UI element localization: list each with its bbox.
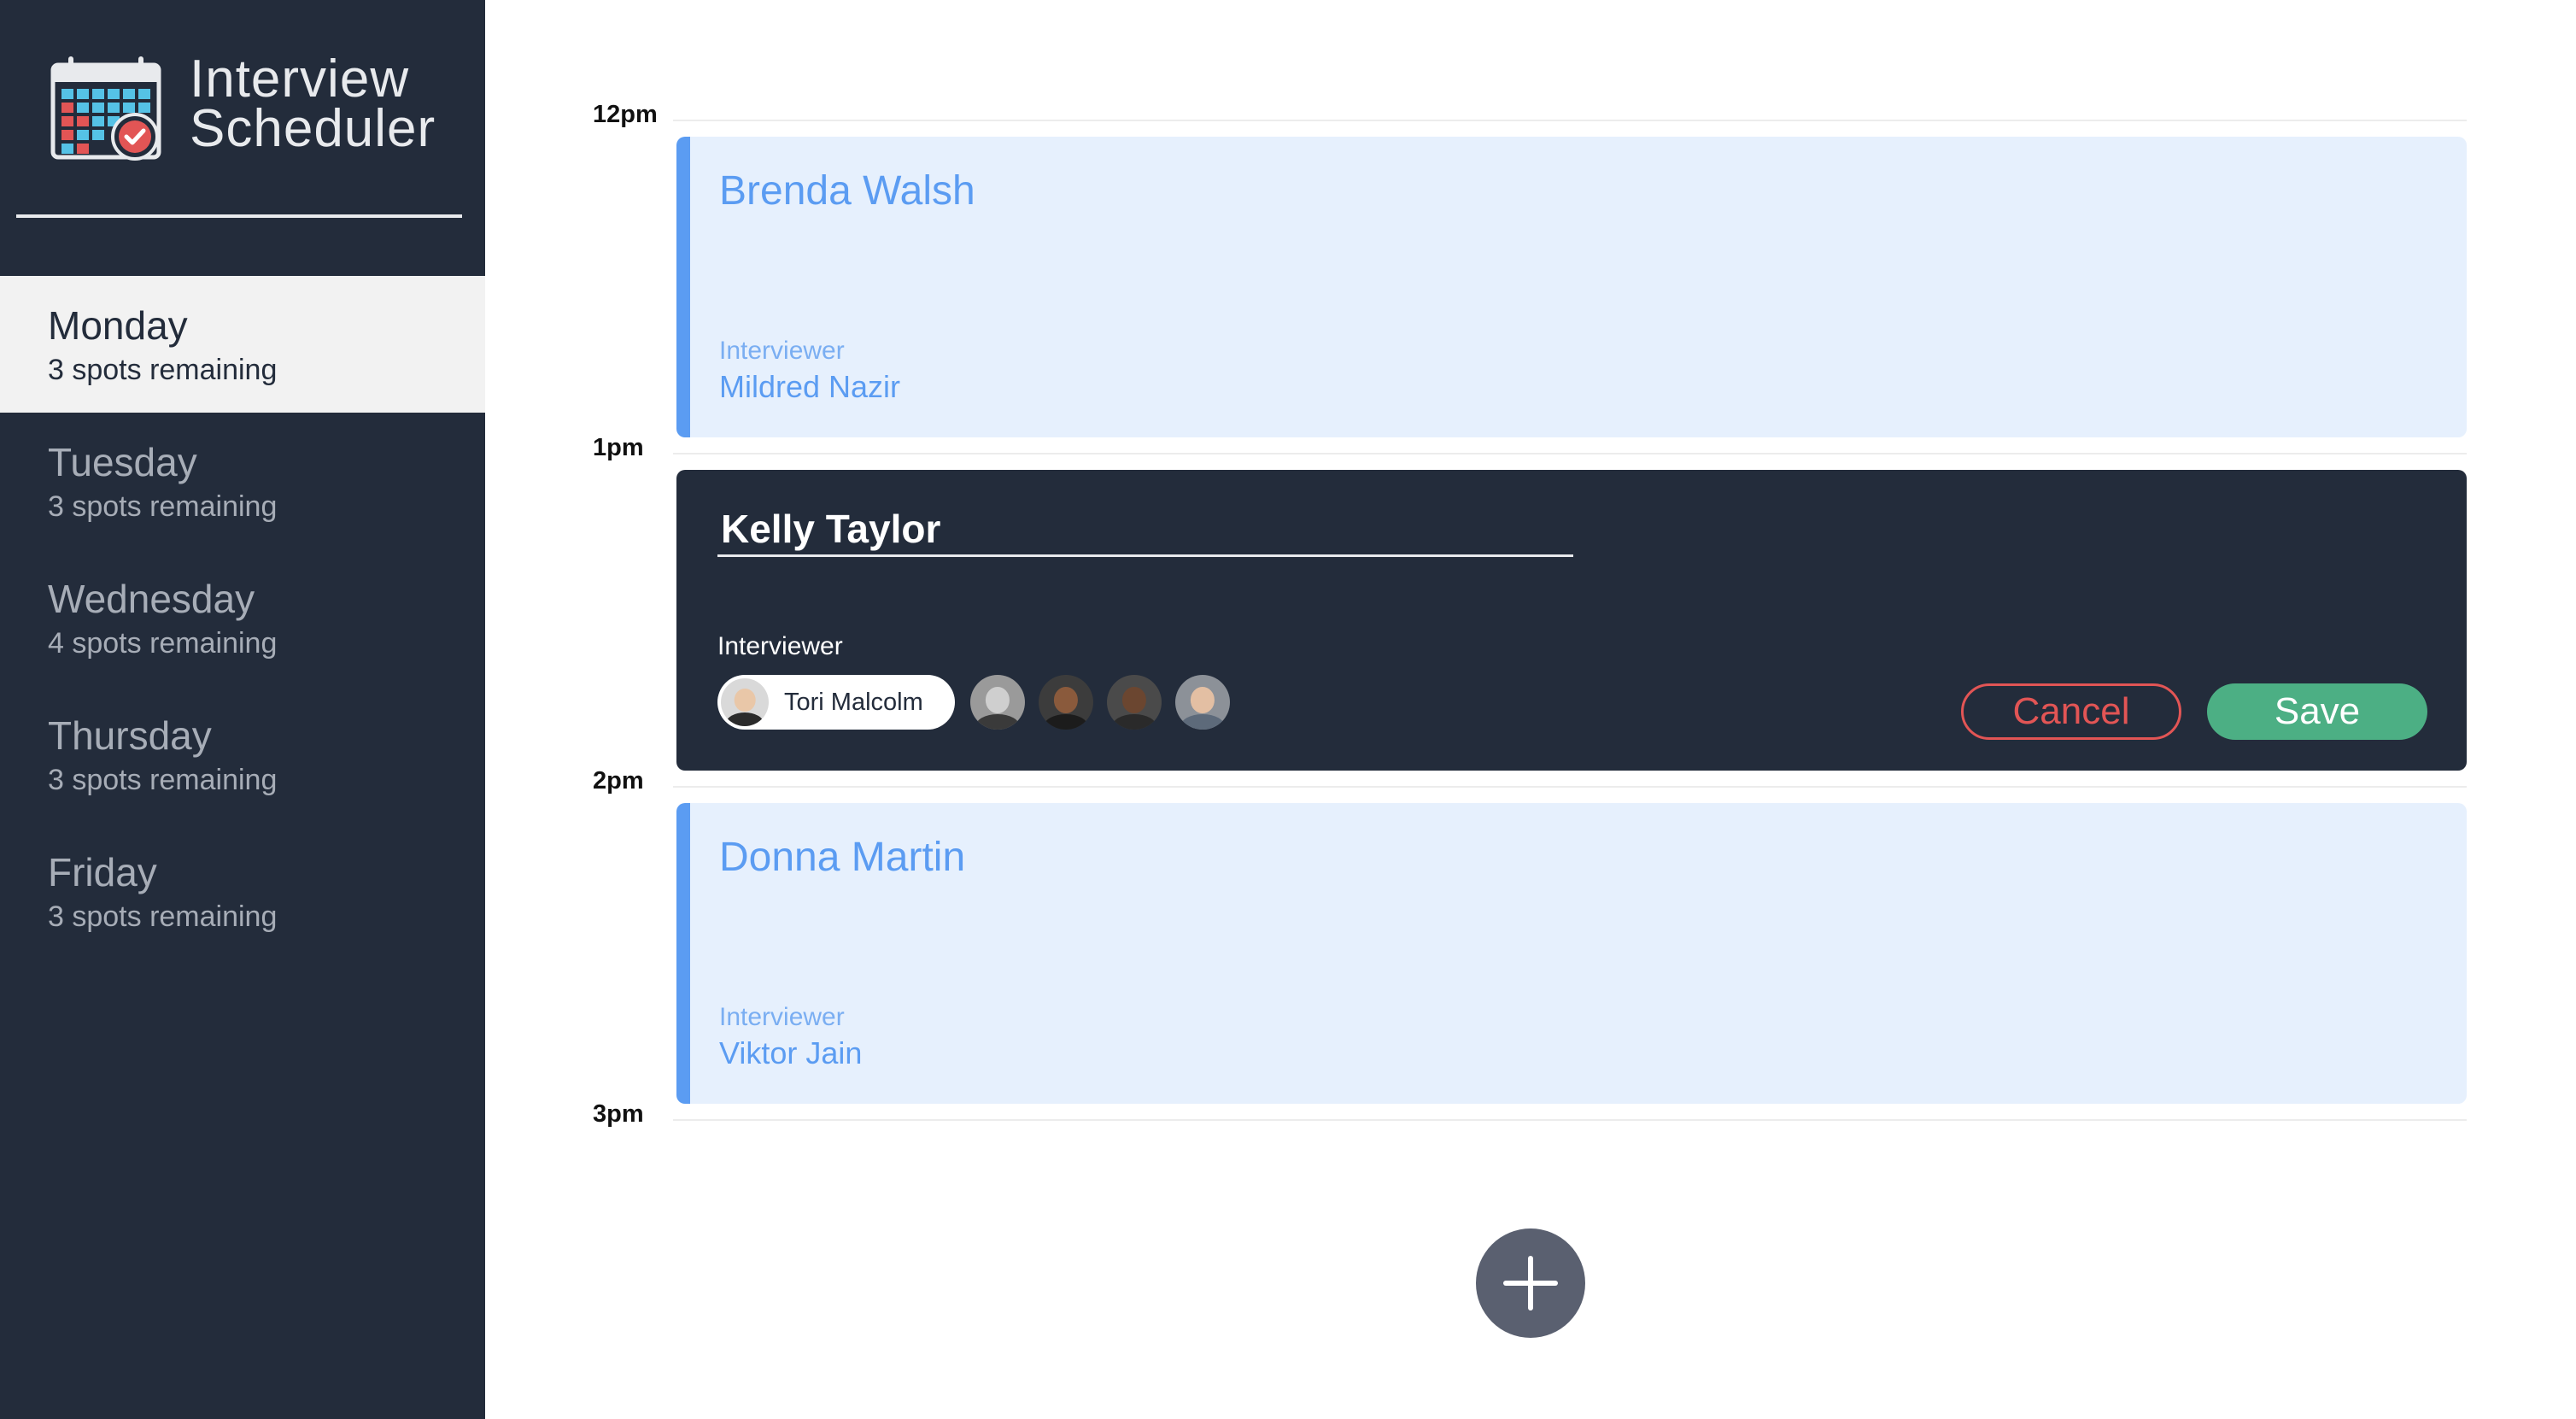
- day-spots: 4 spots remaining: [48, 627, 278, 660]
- interviewer-label: Interviewer: [719, 337, 845, 365]
- appointment-card[interactable]: Brenda Walsh Interviewer Mildred Nazir: [676, 137, 2467, 437]
- day-spots: 3 spots remaining: [48, 900, 278, 933]
- day-list: Monday 3 spots remaining Tuesday 3 spots…: [0, 276, 485, 959]
- day-spots: 3 spots remaining: [48, 764, 278, 796]
- day-name: Monday: [48, 303, 188, 348]
- cancel-button[interactable]: Cancel: [1961, 683, 2181, 740]
- interviewer-avatar-5[interactable]: [1175, 675, 1230, 730]
- student-name: Brenda Walsh: [719, 168, 975, 214]
- time-label: 12pm: [593, 101, 658, 128]
- time-label: 3pm: [593, 1100, 644, 1128]
- day-item-wednesday[interactable]: Wednesday 4 spots remaining: [0, 549, 485, 686]
- avatar: [721, 678, 769, 726]
- day-name: Thursday: [48, 713, 212, 758]
- schedule: 12pm Brenda Walsh Interviewer Mildred Na…: [593, 101, 2467, 1152]
- interviewer-name: Tori Malcolm: [784, 688, 923, 716]
- interviewer-name: Viktor Jain: [719, 1035, 863, 1070]
- time-divider: [673, 453, 2467, 454]
- day-item-friday[interactable]: Friday 3 spots remaining: [0, 823, 485, 959]
- day-spots: 3 spots remaining: [48, 354, 278, 386]
- app-title-line1: Interview: [190, 50, 410, 108]
- day-spots: 3 spots remaining: [48, 490, 278, 523]
- time-label: 2pm: [593, 767, 644, 795]
- day-item-monday[interactable]: Monday 3 spots remaining: [0, 276, 485, 413]
- brand: Interview Scheduler: [50, 50, 442, 166]
- interviewer-list: Tori Malcolm: [717, 675, 1244, 730]
- day-item-tuesday[interactable]: Tuesday 3 spots remaining: [0, 413, 485, 549]
- day-item-thursday[interactable]: Thursday 3 spots remaining: [0, 686, 485, 823]
- time-divider: [673, 786, 2467, 788]
- interviewer-avatar-4[interactable]: [1107, 675, 1162, 730]
- interviewer-item-selected[interactable]: Tori Malcolm: [717, 675, 955, 730]
- time-label: 1pm: [593, 434, 644, 461]
- app-title: Interview Scheduler: [190, 50, 436, 158]
- student-name: Donna Martin: [719, 835, 966, 880]
- plus-icon: [1503, 1256, 1558, 1311]
- calendar-check-icon: [50, 56, 161, 161]
- app-title-line2: Scheduler: [190, 99, 436, 158]
- day-name: Wednesday: [48, 577, 255, 621]
- sidebar-divider: [16, 214, 462, 218]
- save-button[interactable]: Save: [2207, 683, 2427, 740]
- student-name-input[interactable]: [717, 502, 1573, 557]
- time-slot: 2pm Donna Martin Interviewer Viktor Jain: [593, 767, 2467, 1104]
- day-name: Friday: [48, 850, 157, 894]
- sidebar: Interview Scheduler Monday 3 spots remai…: [0, 0, 485, 1419]
- time-divider: [673, 120, 2467, 121]
- time-slot: 1pm Interviewer Tori Malcolm: [593, 434, 2467, 771]
- add-appointment-button[interactable]: [1476, 1228, 1585, 1338]
- day-name: Tuesday: [48, 440, 197, 484]
- interviewer-label: Interviewer: [717, 632, 843, 660]
- time-slot: 3pm: [593, 1100, 2467, 1152]
- interviewer-label: Interviewer: [719, 1003, 845, 1031]
- interviewer-name: Mildred Nazir: [719, 369, 901, 404]
- appointment-form: Interviewer Tori Malcolm: [676, 470, 2467, 771]
- interviewer-avatar-2[interactable]: [970, 675, 1025, 730]
- appointment-card[interactable]: Donna Martin Interviewer Viktor Jain: [676, 803, 2467, 1104]
- time-divider: [673, 1119, 2467, 1121]
- interviewer-avatar-3[interactable]: [1039, 675, 1093, 730]
- time-slot: 12pm Brenda Walsh Interviewer Mildred Na…: [593, 101, 2467, 437]
